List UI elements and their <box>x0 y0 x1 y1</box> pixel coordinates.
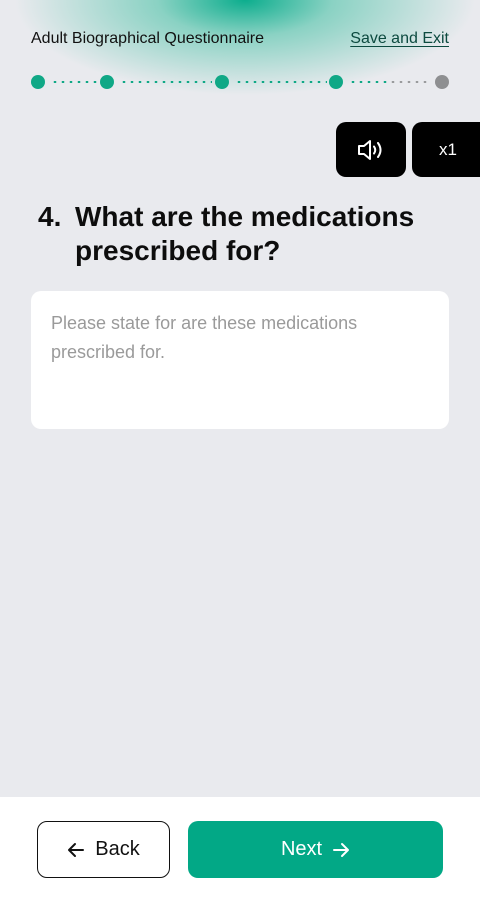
progress-step-1 <box>31 75 45 89</box>
speaker-icon <box>358 139 382 160</box>
progress-connector <box>51 81 99 83</box>
progress-step-2 <box>100 75 114 89</box>
question-heading: 4. What are the medications prescribed f… <box>38 200 448 268</box>
page-title: Adult Biographical Questionnaire <box>31 30 265 47</box>
progress-step-3 <box>215 75 229 89</box>
save-and-exit-link[interactable]: Save and Exit <box>350 30 449 48</box>
back-button-label: Back <box>95 838 140 860</box>
answer-textarea[interactable] <box>31 291 449 429</box>
header: Adult Biographical Questionnaire Save an… <box>31 30 449 48</box>
footer-bar: Back Next <box>0 797 480 900</box>
progress-step-5 <box>435 75 449 89</box>
playback-speed-button[interactable]: x1 <box>412 122 480 177</box>
arrow-left-icon <box>68 842 85 857</box>
progress-stepper <box>31 74 449 90</box>
arrow-right-icon <box>333 842 350 857</box>
playback-speed-label: x1 <box>439 139 457 159</box>
back-button[interactable]: Back <box>37 821 170 878</box>
next-button[interactable]: Next <box>188 821 443 878</box>
next-button-label: Next <box>280 838 323 860</box>
progress-connector-pending <box>389 81 431 83</box>
progress-connector <box>120 81 212 83</box>
question-text: What are the medications prescribed for? <box>75 201 415 266</box>
progress-step-4 <box>329 75 343 89</box>
question-number: 4. <box>38 201 62 232</box>
audio-button[interactable] <box>336 122 406 177</box>
progress-connector <box>235 81 327 83</box>
progress-connector <box>349 81 389 83</box>
